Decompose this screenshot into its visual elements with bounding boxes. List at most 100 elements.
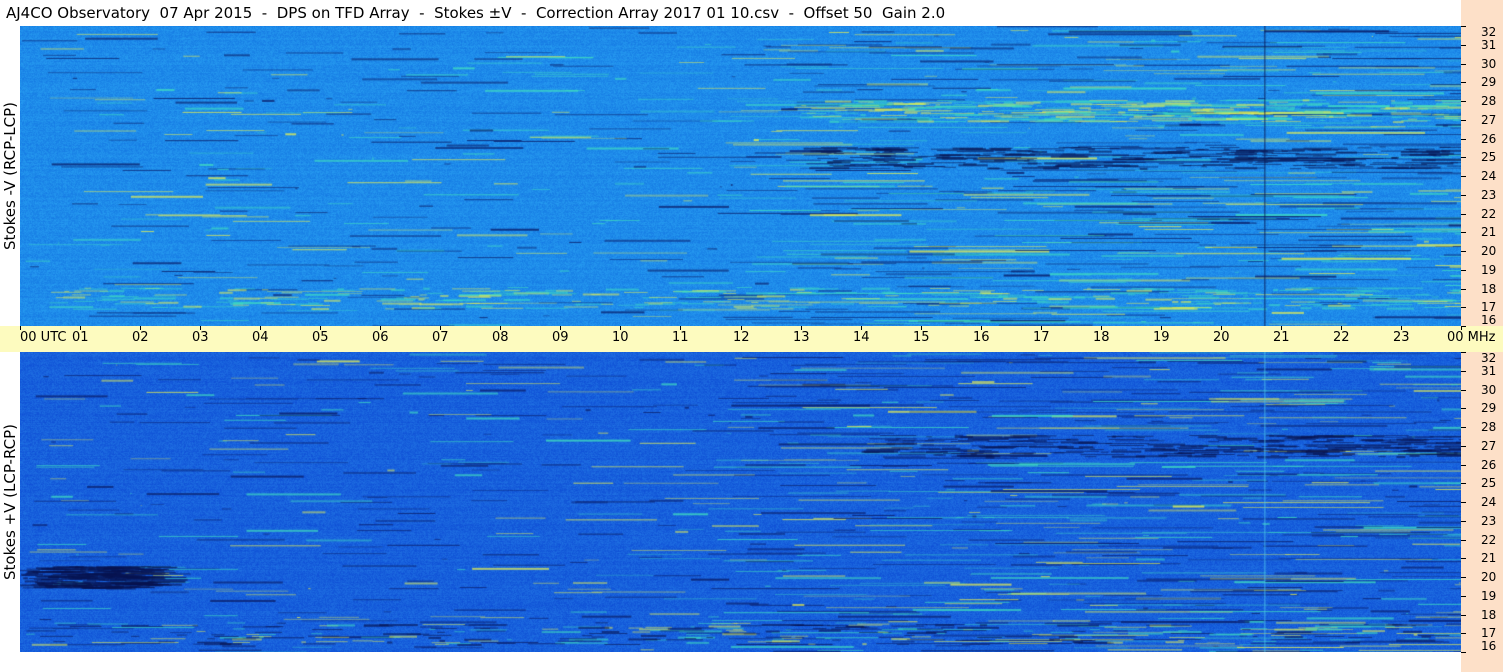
freq-tick-mark — [1461, 558, 1466, 559]
freq-tick-mark — [1461, 232, 1466, 233]
freq-tick-mark — [1461, 652, 1466, 653]
freq-tick-mark — [1461, 408, 1466, 409]
freq-tick-label: 27 — [1481, 439, 1497, 453]
freq-tick-mark — [1461, 483, 1466, 484]
panel-label-top: Stokes -V (RCP-LCP) — [0, 26, 20, 326]
freq-tick-mark — [1461, 101, 1466, 102]
freq-tick-mark — [1461, 176, 1466, 177]
freq-tick-mark — [1461, 45, 1466, 46]
time-tick-label: 23 — [1393, 330, 1410, 345]
freq-tick-mark — [1461, 540, 1466, 541]
freq-tick-mark — [1461, 465, 1466, 466]
chart-title: AJ4CO Observatory 07 Apr 2015 - DPS on T… — [6, 4, 946, 22]
freq-tick-label: 27 — [1481, 113, 1497, 127]
spectrogram-canvas-top — [20, 26, 1461, 326]
time-tick-label: 10 — [612, 330, 629, 345]
freq-tick-label: 17 — [1481, 300, 1497, 314]
freq-tick-mark — [1461, 633, 1466, 634]
time-tick-label: 00 UTC — [20, 330, 67, 345]
time-tick-label: 01 — [72, 330, 89, 345]
freq-tick-mark — [1461, 26, 1466, 27]
time-tick-label: 02 — [132, 330, 149, 345]
freq-tick-label: 29 — [1481, 401, 1497, 415]
freq-tick-label: 17 — [1481, 626, 1497, 640]
time-tick-label: 05 — [312, 330, 329, 345]
spectrogram-stokes-plus-v — [20, 352, 1461, 652]
freq-tick-label: 30 — [1481, 57, 1497, 71]
freq-tick-mark — [1461, 502, 1466, 503]
time-axis: 00 UTC 01 02 03 04 05 06 07 08 09 10 11 12 13 14 15 16 17… — [0, 326, 1503, 352]
time-tick-label: 22 — [1333, 330, 1350, 345]
freq-tick-label: 23 — [1481, 514, 1497, 528]
freq-tick-mark — [1461, 352, 1466, 353]
freq-tick-mark — [1461, 120, 1466, 121]
freq-tick-mark — [1461, 307, 1466, 308]
freq-tick-label: 18 — [1481, 608, 1497, 622]
time-tick-label: 07 — [432, 330, 449, 345]
freq-tick-label: 25 — [1481, 150, 1497, 164]
freq-tick-label: 31 — [1481, 364, 1497, 378]
time-tick-label: 06 — [372, 330, 389, 345]
time-tick-label: 03 — [192, 330, 209, 345]
panel-label-bottom: Stokes +V (LCP-RCP) — [0, 352, 20, 652]
freq-tick-label: 16 — [1481, 313, 1497, 327]
freq-tick-label: 23 — [1481, 188, 1497, 202]
freq-tick-mark — [1461, 446, 1466, 447]
freq-tick-label: 18 — [1481, 282, 1497, 296]
freq-tick-label: 31 — [1481, 38, 1497, 52]
time-tick-label: 19 — [1153, 330, 1170, 345]
freq-tick-mark — [1461, 214, 1466, 215]
freq-tick-label: 29 — [1481, 75, 1497, 89]
freq-tick-label: 22 — [1481, 207, 1497, 221]
time-tick-label: 04 — [252, 330, 269, 345]
freq-tick-label: 28 — [1481, 420, 1497, 434]
freq-tick-mark — [1461, 390, 1466, 391]
freq-tick-mark — [1461, 139, 1466, 140]
time-tick-label: 08 — [492, 330, 509, 345]
freq-tick-label: 28 — [1481, 94, 1497, 108]
time-tick-label: 15 — [913, 330, 930, 345]
freq-tick-label: 20 — [1481, 244, 1497, 258]
freq-tick-mark — [1461, 82, 1466, 83]
freq-tick-mark — [1461, 64, 1466, 65]
freq-tick-label: 25 — [1481, 476, 1497, 490]
time-tick-label: 16 — [973, 330, 990, 345]
freq-tick-label: 26 — [1481, 458, 1497, 472]
spectrogram-canvas-bottom — [20, 352, 1461, 652]
time-tick-label: 09 — [552, 330, 569, 345]
time-tick-label: 14 — [853, 330, 870, 345]
freq-tick-mark — [1461, 371, 1466, 372]
freq-tick-mark — [1461, 326, 1466, 327]
spectrogram-stokes-minus-v — [20, 26, 1461, 326]
freq-tick-label: 16 — [1481, 639, 1497, 653]
time-tick-label: 21 — [1273, 330, 1290, 345]
panel-label-bottom-text: Stokes +V (LCP-RCP) — [1, 424, 19, 580]
time-tick-label: 20 — [1213, 330, 1230, 345]
time-tick-label: 18 — [1093, 330, 1110, 345]
freq-tick-label: 21 — [1481, 551, 1497, 565]
freq-tick-mark — [1461, 157, 1466, 158]
freq-tick-label: 32 — [1481, 25, 1497, 39]
freq-tick-label: 22 — [1481, 533, 1497, 547]
time-tick-label: 17 — [1033, 330, 1050, 345]
panel-label-top-text: Stokes -V (RCP-LCP) — [1, 102, 19, 250]
freq-tick-mark — [1461, 251, 1466, 252]
freq-tick-mark — [1461, 577, 1466, 578]
freq-tick-label: 30 — [1481, 383, 1497, 397]
freq-tick-mark — [1461, 615, 1466, 616]
freq-tick-label: 19 — [1481, 589, 1497, 603]
freq-tick-mark — [1461, 596, 1466, 597]
freq-tick-label: 21 — [1481, 225, 1497, 239]
freq-tick-label: 24 — [1481, 169, 1497, 183]
time-tick-label: 12 — [733, 330, 750, 345]
freq-tick-label: 19 — [1481, 263, 1497, 277]
freq-tick-label: 24 — [1481, 495, 1497, 509]
freq-tick-mark — [1461, 270, 1466, 271]
time-tick-label: 00 MHz — [1447, 330, 1496, 345]
freq-tick-mark — [1461, 427, 1466, 428]
freq-tick-mark — [1461, 289, 1466, 290]
freq-tick-label: 20 — [1481, 570, 1497, 584]
freq-tick-mark — [1461, 521, 1466, 522]
freq-axis-bottom — [1461, 352, 1503, 672]
time-tick-label: 13 — [793, 330, 810, 345]
